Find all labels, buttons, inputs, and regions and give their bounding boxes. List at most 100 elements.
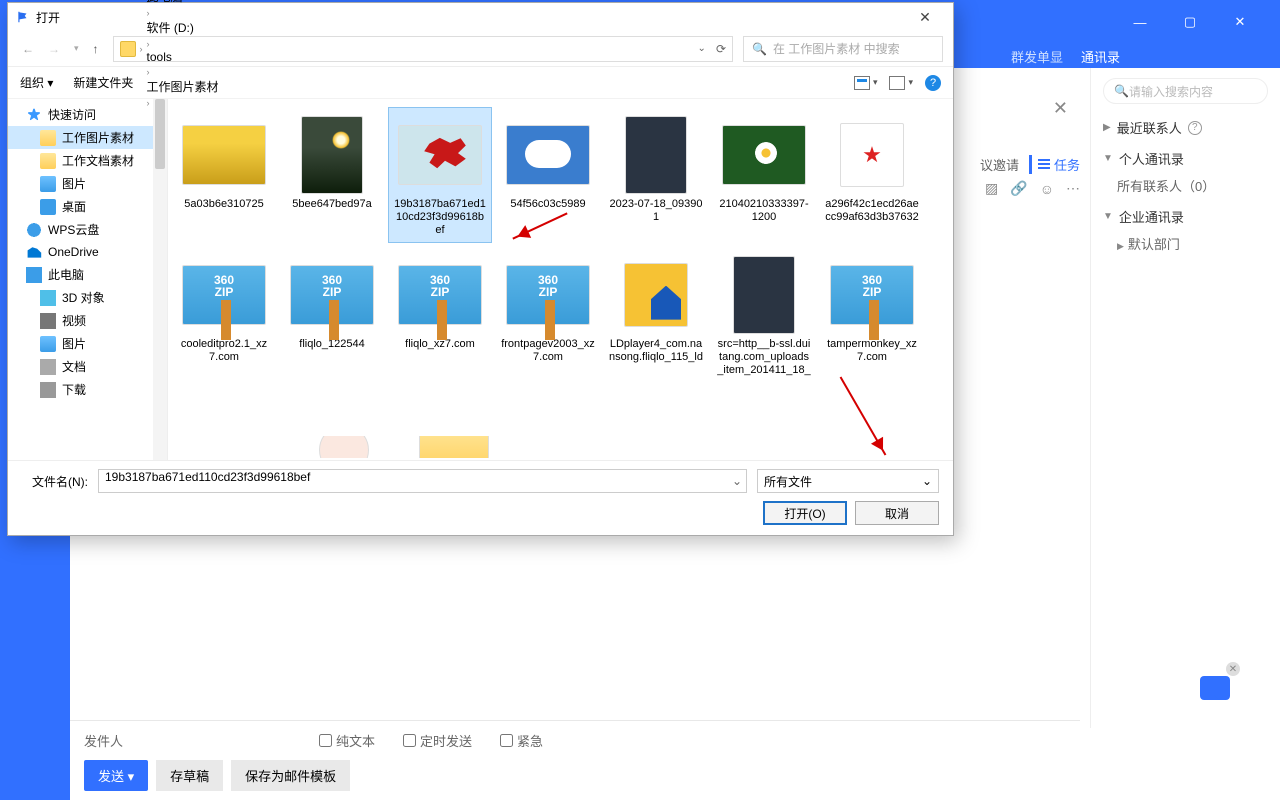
personal-section[interactable]: ▼ 个人通讯录 bbox=[1103, 149, 1268, 168]
chevron-down-icon: ▼ bbox=[1103, 211, 1113, 222]
dialog-search-input[interactable]: 🔍 在 工作图片素材 中搜索 bbox=[743, 36, 943, 62]
all-contacts-item[interactable]: 所有联系人（0） bbox=[1103, 176, 1268, 195]
urgent-checkbox[interactable]: 紧急 bbox=[500, 731, 543, 750]
default-dept-item[interactable]: ▶默认部门 bbox=[1103, 234, 1268, 253]
dialog-close-button[interactable]: ✕ bbox=[905, 9, 945, 26]
tree-item[interactable]: 此电脑 bbox=[8, 263, 167, 286]
file-item[interactable]: 19b3187ba671ed110cd23f3d99618bef bbox=[388, 107, 492, 243]
chevron-down-icon: ▼ bbox=[1103, 153, 1113, 164]
tree-item-icon bbox=[40, 336, 56, 352]
file-item[interactable]: cooleditpro2.1_xz7.com bbox=[172, 247, 276, 383]
refresh-icon[interactable]: ⟳ bbox=[716, 42, 726, 56]
close-button[interactable]: ✕ bbox=[1220, 7, 1260, 37]
preview-button[interactable]: ▾ bbox=[889, 76, 913, 90]
file-item[interactable] bbox=[414, 436, 494, 458]
chevron-right-icon: › bbox=[147, 39, 150, 49]
corp-label: 企业通讯录 bbox=[1119, 207, 1184, 226]
help-icon[interactable]: ? bbox=[1188, 121, 1202, 135]
nav-recent-button[interactable]: ▾ bbox=[70, 41, 83, 56]
compose-footer: 发件人 纯文本 定时发送 紧急 发送 ▾ 存草稿 保存为邮件模板 bbox=[70, 720, 1080, 800]
emoji-icon[interactable]: ☺ bbox=[1040, 181, 1054, 197]
dialog-footer: 文件名(N): 19b3187ba671ed110cd23f3d99618bef… bbox=[8, 460, 953, 535]
tree-item[interactable]: 3D 对象 bbox=[8, 286, 167, 309]
urgent-label: 紧急 bbox=[517, 731, 543, 750]
tree-item[interactable]: 图片 bbox=[8, 332, 167, 355]
tree-item[interactable]: OneDrive bbox=[8, 241, 167, 263]
nav-back-button[interactable]: ← bbox=[18, 40, 38, 58]
tree-item[interactable]: WPS云盘 bbox=[8, 218, 167, 241]
file-thumbnail bbox=[503, 252, 593, 338]
plaintext-checkbox[interactable]: 纯文本 bbox=[319, 731, 375, 750]
file-thumbnail bbox=[719, 252, 809, 338]
tree-scrollbar[interactable] bbox=[153, 99, 167, 460]
tree-item-label: 此电脑 bbox=[48, 266, 84, 283]
cancel-button[interactable]: 取消 bbox=[855, 501, 939, 525]
preview-icon bbox=[889, 76, 905, 90]
filetype-select[interactable]: 所有文件⌄ bbox=[757, 469, 939, 493]
tree-item[interactable]: 工作图片素材 bbox=[8, 126, 167, 149]
draft-button[interactable]: 存草稿 bbox=[156, 760, 223, 791]
file-item[interactable]: 5a03b6e310725 bbox=[172, 107, 276, 243]
tree-item[interactable]: 图片 bbox=[8, 172, 167, 195]
invite-label[interactable]: 议邀请 bbox=[980, 155, 1019, 174]
maximize-button[interactable]: ▢ bbox=[1170, 7, 1210, 37]
scrollbar-thumb[interactable] bbox=[155, 99, 165, 169]
view-icon bbox=[854, 76, 870, 90]
link-icon[interactable]: 🔗 bbox=[1010, 180, 1027, 197]
tree-item[interactable]: 文档 bbox=[8, 355, 167, 378]
new-folder-button[interactable]: 新建文件夹 bbox=[73, 74, 133, 91]
dropdown-icon[interactable]: ⌄ bbox=[732, 474, 742, 488]
folder-icon bbox=[120, 41, 136, 57]
corp-section[interactable]: ▼ 企业通讯录 bbox=[1103, 207, 1268, 226]
help-button[interactable]: ? bbox=[925, 75, 941, 91]
tree-item[interactable]: 工作文档素材 bbox=[8, 149, 167, 172]
file-thumbnail bbox=[611, 252, 701, 338]
send-button[interactable]: 发送 ▾ bbox=[84, 760, 148, 791]
file-item[interactable]: frontpagev2003_xz7.com bbox=[496, 247, 600, 383]
organize-button[interactable]: 组织 ▾ bbox=[20, 74, 53, 91]
panel-close-icon[interactable]: ✕ bbox=[1053, 98, 1068, 119]
breadcrumb-segment[interactable]: 工作图片素材 bbox=[147, 78, 219, 95]
file-item[interactable]: LDplayer4_com.nansong.fliqlo_115_ld bbox=[604, 247, 708, 383]
task-tab[interactable]: 任务 bbox=[1029, 155, 1080, 174]
timed-checkbox[interactable]: 定时发送 bbox=[403, 731, 472, 750]
breadcrumb[interactable]: › 此电脑›软件 (D:)›tools›工作图片素材› ⌄⟳ bbox=[113, 36, 733, 62]
tree-item-label: 文档 bbox=[62, 358, 86, 375]
open-button[interactable]: 打开(O) bbox=[763, 501, 847, 525]
nav-up-button[interactable]: ↑ bbox=[89, 40, 103, 58]
file-item[interactable] bbox=[304, 436, 384, 458]
panel-search-input[interactable]: 🔍 请输入搜索内容 bbox=[1103, 78, 1268, 104]
file-item[interactable]: 2023-07-18_093901 bbox=[604, 107, 708, 243]
file-item[interactable]: src=http__b-ssl.duitang.com_uploads_item… bbox=[712, 247, 816, 383]
breadcrumb-segment[interactable]: 此电脑 bbox=[147, 0, 219, 5]
nav-fwd-button[interactable]: → bbox=[44, 40, 64, 58]
breadcrumb-segment[interactable]: 软件 (D:) bbox=[147, 19, 219, 36]
file-item[interactable]: 5bee647bed97a bbox=[280, 107, 384, 243]
image-icon[interactable]: ▨ bbox=[985, 180, 998, 197]
filename-input[interactable]: 19b3187ba671ed110cd23f3d99618bef⌄ bbox=[98, 469, 747, 493]
tree-item[interactable]: 视频 bbox=[8, 309, 167, 332]
chat-bubble-icon[interactable] bbox=[1200, 676, 1230, 700]
tree-item[interactable]: 快速访问 bbox=[8, 103, 167, 126]
more-icon[interactable]: ⋯ bbox=[1066, 180, 1080, 197]
file-item[interactable]: fliqlo_122544 bbox=[280, 247, 384, 383]
file-item[interactable]: fliqlo_xz7.com bbox=[388, 247, 492, 383]
template-button[interactable]: 保存为邮件模板 bbox=[231, 760, 350, 791]
minimize-button[interactable]: — bbox=[1120, 7, 1160, 37]
recent-section[interactable]: ▶最近联系人 ? bbox=[1103, 118, 1268, 137]
tab-contacts[interactable]: 通讯录 bbox=[1081, 47, 1120, 66]
personal-label: 个人通讯录 bbox=[1119, 149, 1184, 168]
search-placeholder: 在 工作图片素材 中搜索 bbox=[773, 40, 900, 57]
tree-item-icon bbox=[26, 222, 42, 238]
file-item[interactable]: a296f42c1ecd26aecc99af63d3b37632 bbox=[820, 107, 924, 243]
tree-item[interactable]: 桌面 bbox=[8, 195, 167, 218]
breadcrumb-segment[interactable]: tools bbox=[147, 50, 219, 64]
path-dropdown-icon[interactable]: ⌄ bbox=[698, 43, 706, 54]
file-item[interactable]: 21040210333397-1200 bbox=[712, 107, 816, 243]
task-label: 任务 bbox=[1054, 155, 1080, 174]
tab-groupsend[interactable]: 群发单显 bbox=[1011, 47, 1063, 66]
file-item[interactable]: tampermonkey_xz7.com bbox=[820, 247, 924, 383]
chat-close-icon[interactable]: ✕ bbox=[1226, 662, 1240, 676]
view-button[interactable]: ▾ bbox=[854, 76, 878, 90]
tree-item[interactable]: 下载 bbox=[8, 378, 167, 401]
